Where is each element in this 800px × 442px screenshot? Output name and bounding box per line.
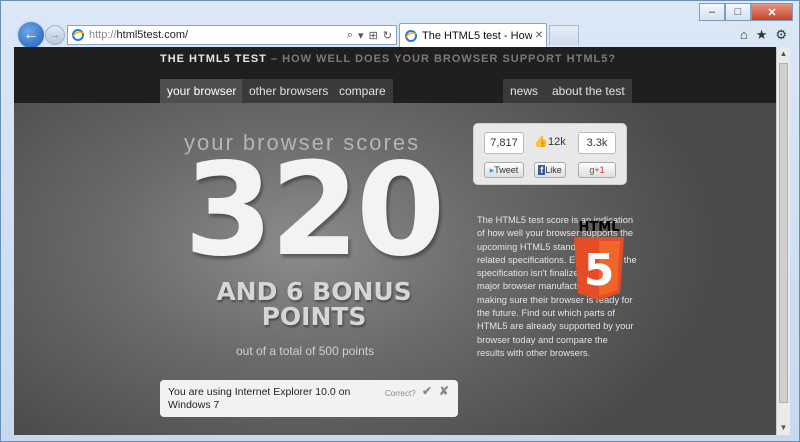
html5-logo: HTML 5 [574,220,624,300]
scroll-up-arrow[interactable]: ▲ [777,47,790,61]
vertical-scrollbar[interactable]: ▲ ▼ [776,47,790,435]
forward-button[interactable]: → [45,25,65,45]
bonus-points: AND 6 BONUS POINTS [189,279,439,329]
nav-other-browsers[interactable]: other browsers [242,79,336,103]
bonus-line-2: POINTS [261,302,367,331]
close-window-button[interactable]: ✕ [751,3,793,21]
maximize-button[interactable]: □ [725,3,751,21]
notice-correct-label: Correct? [385,389,416,398]
close-tab-icon[interactable]: ✕ [532,30,546,41]
site-title-main: THE HTML5 TEST [160,53,267,65]
page: THE HTML5 TEST – HOW WELL DOES YOUR BROW… [14,47,776,435]
nav-compare[interactable]: compare [332,79,393,103]
html5-logo-text: HTML [579,220,620,235]
like-label: Like [545,165,562,175]
reject-icon[interactable]: ✘ [439,385,449,398]
new-tab-button[interactable] [549,25,579,45]
minimize-button[interactable]: – [699,3,725,21]
browser-tab[interactable]: The HTML5 test - How well... ✕ [399,23,547,47]
confirm-icon[interactable]: ✔ [422,385,432,398]
plus-one-label: +1 [594,165,605,175]
browser-detection-notice: You are using Internet Explorer 10.0 on … [160,380,458,417]
compatibility-view-icon[interactable]: ⊞ [369,29,378,42]
favorites-icon[interactable]: ★ [756,27,768,43]
url-host: html5test.com [116,29,185,41]
score-total: out of a total of 500 points [236,344,375,358]
site-title: THE HTML5 TEST – HOW WELL DOES YOUR BROW… [160,53,616,65]
tweet-count: 7,817 [484,132,524,154]
nav-about-the-test[interactable]: about the test [545,79,632,103]
nav-news[interactable]: news [503,79,546,103]
thumbs-up-icon: 👍 [534,136,548,148]
social-box: 7,817 👍12k 3.3k ▸Tweet f Like g+1 [473,123,627,185]
tab-title: The HTML5 test - How well... [422,29,532,42]
tweet-button[interactable]: ▸Tweet [484,162,524,178]
nav-your-browser[interactable]: your browser [160,79,244,103]
ie-icon [405,29,417,42]
page-viewport: THE HTML5 TEST – HOW WELL DOES YOUR BROW… [14,47,776,435]
url-path: / [185,29,189,41]
address-bar[interactable]: http://html5test.com/ ⌕ ▾ ⊞ ↻ [67,25,397,45]
tweet-label: Tweet [494,165,519,175]
scroll-thumb[interactable] [779,63,788,403]
plus-count: 3.3k [578,132,616,154]
browser-window: – □ ✕ ← → http://html5test.com/ ⌕ ▾ ⊞ ↻ … [0,0,800,442]
back-button[interactable]: ← [16,20,46,50]
notice-message: You are using Internet Explorer 10.0 on … [168,386,351,411]
url-prefix: http:// [89,29,117,41]
site-subtitle: – HOW WELL DOES YOUR BROWSER SUPPORT HTM… [266,53,617,65]
window-controls: – □ ✕ [699,3,793,21]
like-count: 👍12k [534,132,566,154]
site-header: THE HTML5 TEST – HOW WELL DOES YOUR BROW… [14,47,776,103]
scroll-down-arrow[interactable]: ▼ [777,421,790,435]
like-button[interactable]: f Like [534,162,566,178]
plus-one-button[interactable]: g+1 [578,162,616,178]
address-url[interactable]: http://html5test.com/ [89,29,347,41]
search-icon[interactable]: ⌕ [347,29,353,42]
refresh-icon[interactable]: ↻ [383,29,392,42]
ie-icon [72,29,84,41]
browser-tools: ⌂ ★ ⚙ [740,27,787,43]
html5-logo-digit: 5 [584,245,615,296]
chevron-down-icon[interactable]: ▾ [358,29,364,42]
like-count-value: 12k [547,136,566,148]
score-value: 320 [184,136,445,285]
settings-icon[interactable]: ⚙ [775,27,787,43]
home-icon[interactable]: ⌂ [740,27,748,43]
bonus-line-1: AND 6 BONUS [216,277,412,306]
